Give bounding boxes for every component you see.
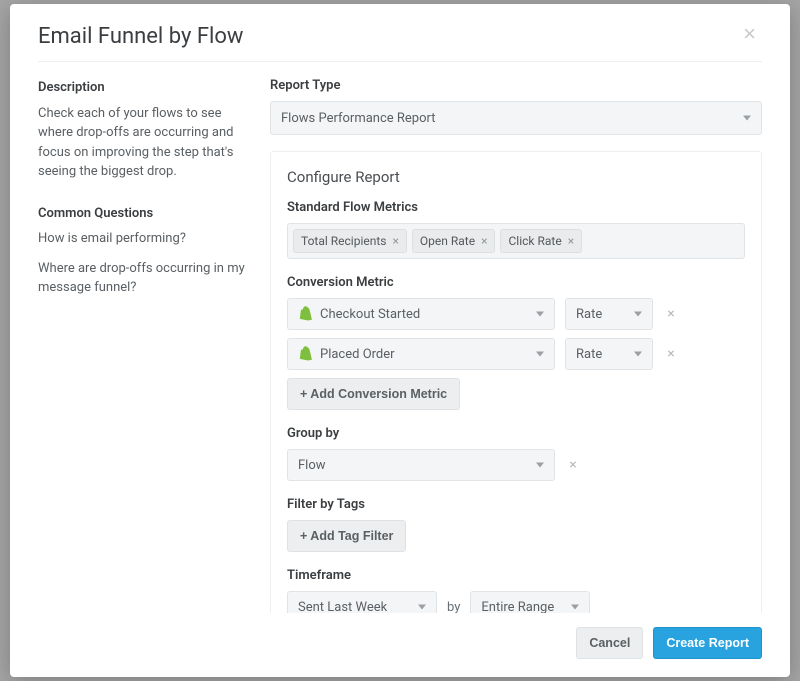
group-by-section: Group by Flow × <box>287 426 745 481</box>
remove-row-icon[interactable]: × <box>565 457 581 473</box>
question-item: Where are drop-offs occurring in my mess… <box>38 259 246 298</box>
description-text: Check each of your flows to see where dr… <box>38 104 246 182</box>
conversion-row: Checkout Started Rate × <box>287 298 745 330</box>
report-type-value: Flows Performance Report <box>281 111 435 126</box>
metric-chip: Click Rate × <box>500 229 582 253</box>
modal: Email Funnel by Flow × Description Check… <box>10 4 790 677</box>
report-type-section: Report Type Flows Performance Report <box>270 78 762 135</box>
chevron-down-icon <box>536 352 544 357</box>
filter-tags-label: Filter by Tags <box>287 497 745 512</box>
standard-metrics-section: Standard Flow Metrics Total Recipients ×… <box>287 200 745 259</box>
report-config: Report Type Flows Performance Report Con… <box>270 78 762 613</box>
chevron-down-icon <box>571 605 579 610</box>
metric-chip-label: Click Rate <box>508 234 561 248</box>
conversion-row: Placed Order Rate × <box>287 338 745 370</box>
chevron-down-icon <box>536 463 544 468</box>
remove-chip-icon[interactable]: × <box>393 235 399 247</box>
timeframe-by-word: by <box>447 600 460 614</box>
close-button[interactable]: × <box>737 22 762 46</box>
conversion-agg-value: Rate <box>576 307 602 322</box>
report-type-select[interactable]: Flows Performance Report <box>270 101 762 135</box>
metric-chip: Open Rate × <box>412 229 496 253</box>
add-conversion-button[interactable]: + Add Conversion Metric <box>287 378 460 410</box>
common-questions-heading: Common Questions <box>38 204 246 224</box>
group-by-label: Group by <box>287 426 745 441</box>
conversion-metric-section: Conversion Metric Checkout Started Rate <box>287 275 745 410</box>
standard-metrics-label: Standard Flow Metrics <box>287 200 745 215</box>
shopify-icon <box>298 306 312 322</box>
cancel-button[interactable]: Cancel <box>576 627 643 659</box>
sidebar: Description Check each of your flows to … <box>38 78 270 613</box>
conversion-agg-value: Rate <box>576 347 602 362</box>
chevron-down-icon <box>634 352 642 357</box>
metric-chip: Total Recipients × <box>293 229 407 253</box>
conversion-metric-select[interactable]: Placed Order <box>287 338 555 370</box>
metric-chip-label: Total Recipients <box>301 234 387 248</box>
remove-chip-icon[interactable]: × <box>481 235 487 247</box>
modal-body: Description Check each of your flows to … <box>38 62 762 613</box>
conversion-metric-value: Placed Order <box>320 347 395 362</box>
timeframe-range-value: Entire Range <box>481 600 554 614</box>
conversion-agg-select[interactable]: Rate <box>565 298 653 330</box>
configure-report-heading: Configure Report <box>287 168 745 186</box>
timeframe-sent-select[interactable]: Sent Last Week <box>287 591 437 613</box>
group-by-select[interactable]: Flow <box>287 449 555 481</box>
modal-title: Email Funnel by Flow <box>38 24 243 49</box>
metric-chip-label: Open Rate <box>420 234 475 248</box>
group-by-value: Flow <box>298 458 326 473</box>
chevron-down-icon <box>536 312 544 317</box>
remove-chip-icon[interactable]: × <box>568 235 574 247</box>
conversion-metric-value: Checkout Started <box>320 307 420 322</box>
timeframe-label: Timeframe <box>287 568 745 583</box>
chevron-down-icon <box>743 116 751 121</box>
chevron-down-icon <box>418 605 426 610</box>
add-tag-filter-button[interactable]: + Add Tag Filter <box>287 520 406 552</box>
conversion-metric-select[interactable]: Checkout Started <box>287 298 555 330</box>
configure-report-panel: Configure Report Standard Flow Metrics T… <box>270 151 762 613</box>
timeframe-sent-value: Sent Last Week <box>298 600 387 614</box>
filter-tags-section: Filter by Tags + Add Tag Filter <box>287 497 745 552</box>
standard-metrics-chipbar[interactable]: Total Recipients × Open Rate × Click Rat… <box>287 223 745 259</box>
modal-footer: Cancel Create Report <box>38 613 762 659</box>
remove-row-icon[interactable]: × <box>663 346 679 362</box>
chevron-down-icon <box>634 312 642 317</box>
description-heading: Description <box>38 78 246 98</box>
remove-row-icon[interactable]: × <box>663 306 679 322</box>
timeframe-range-select[interactable]: Entire Range <box>470 591 590 613</box>
modal-header: Email Funnel by Flow × <box>38 24 762 62</box>
question-item: How is email performing? <box>38 229 246 249</box>
conversion-agg-select[interactable]: Rate <box>565 338 653 370</box>
conversion-metric-label: Conversion Metric <box>287 275 745 290</box>
report-type-label: Report Type <box>270 78 762 93</box>
timeframe-section: Timeframe Sent Last Week by Entire Range <box>287 568 745 613</box>
create-report-button[interactable]: Create Report <box>653 627 762 659</box>
shopify-icon <box>298 346 312 362</box>
